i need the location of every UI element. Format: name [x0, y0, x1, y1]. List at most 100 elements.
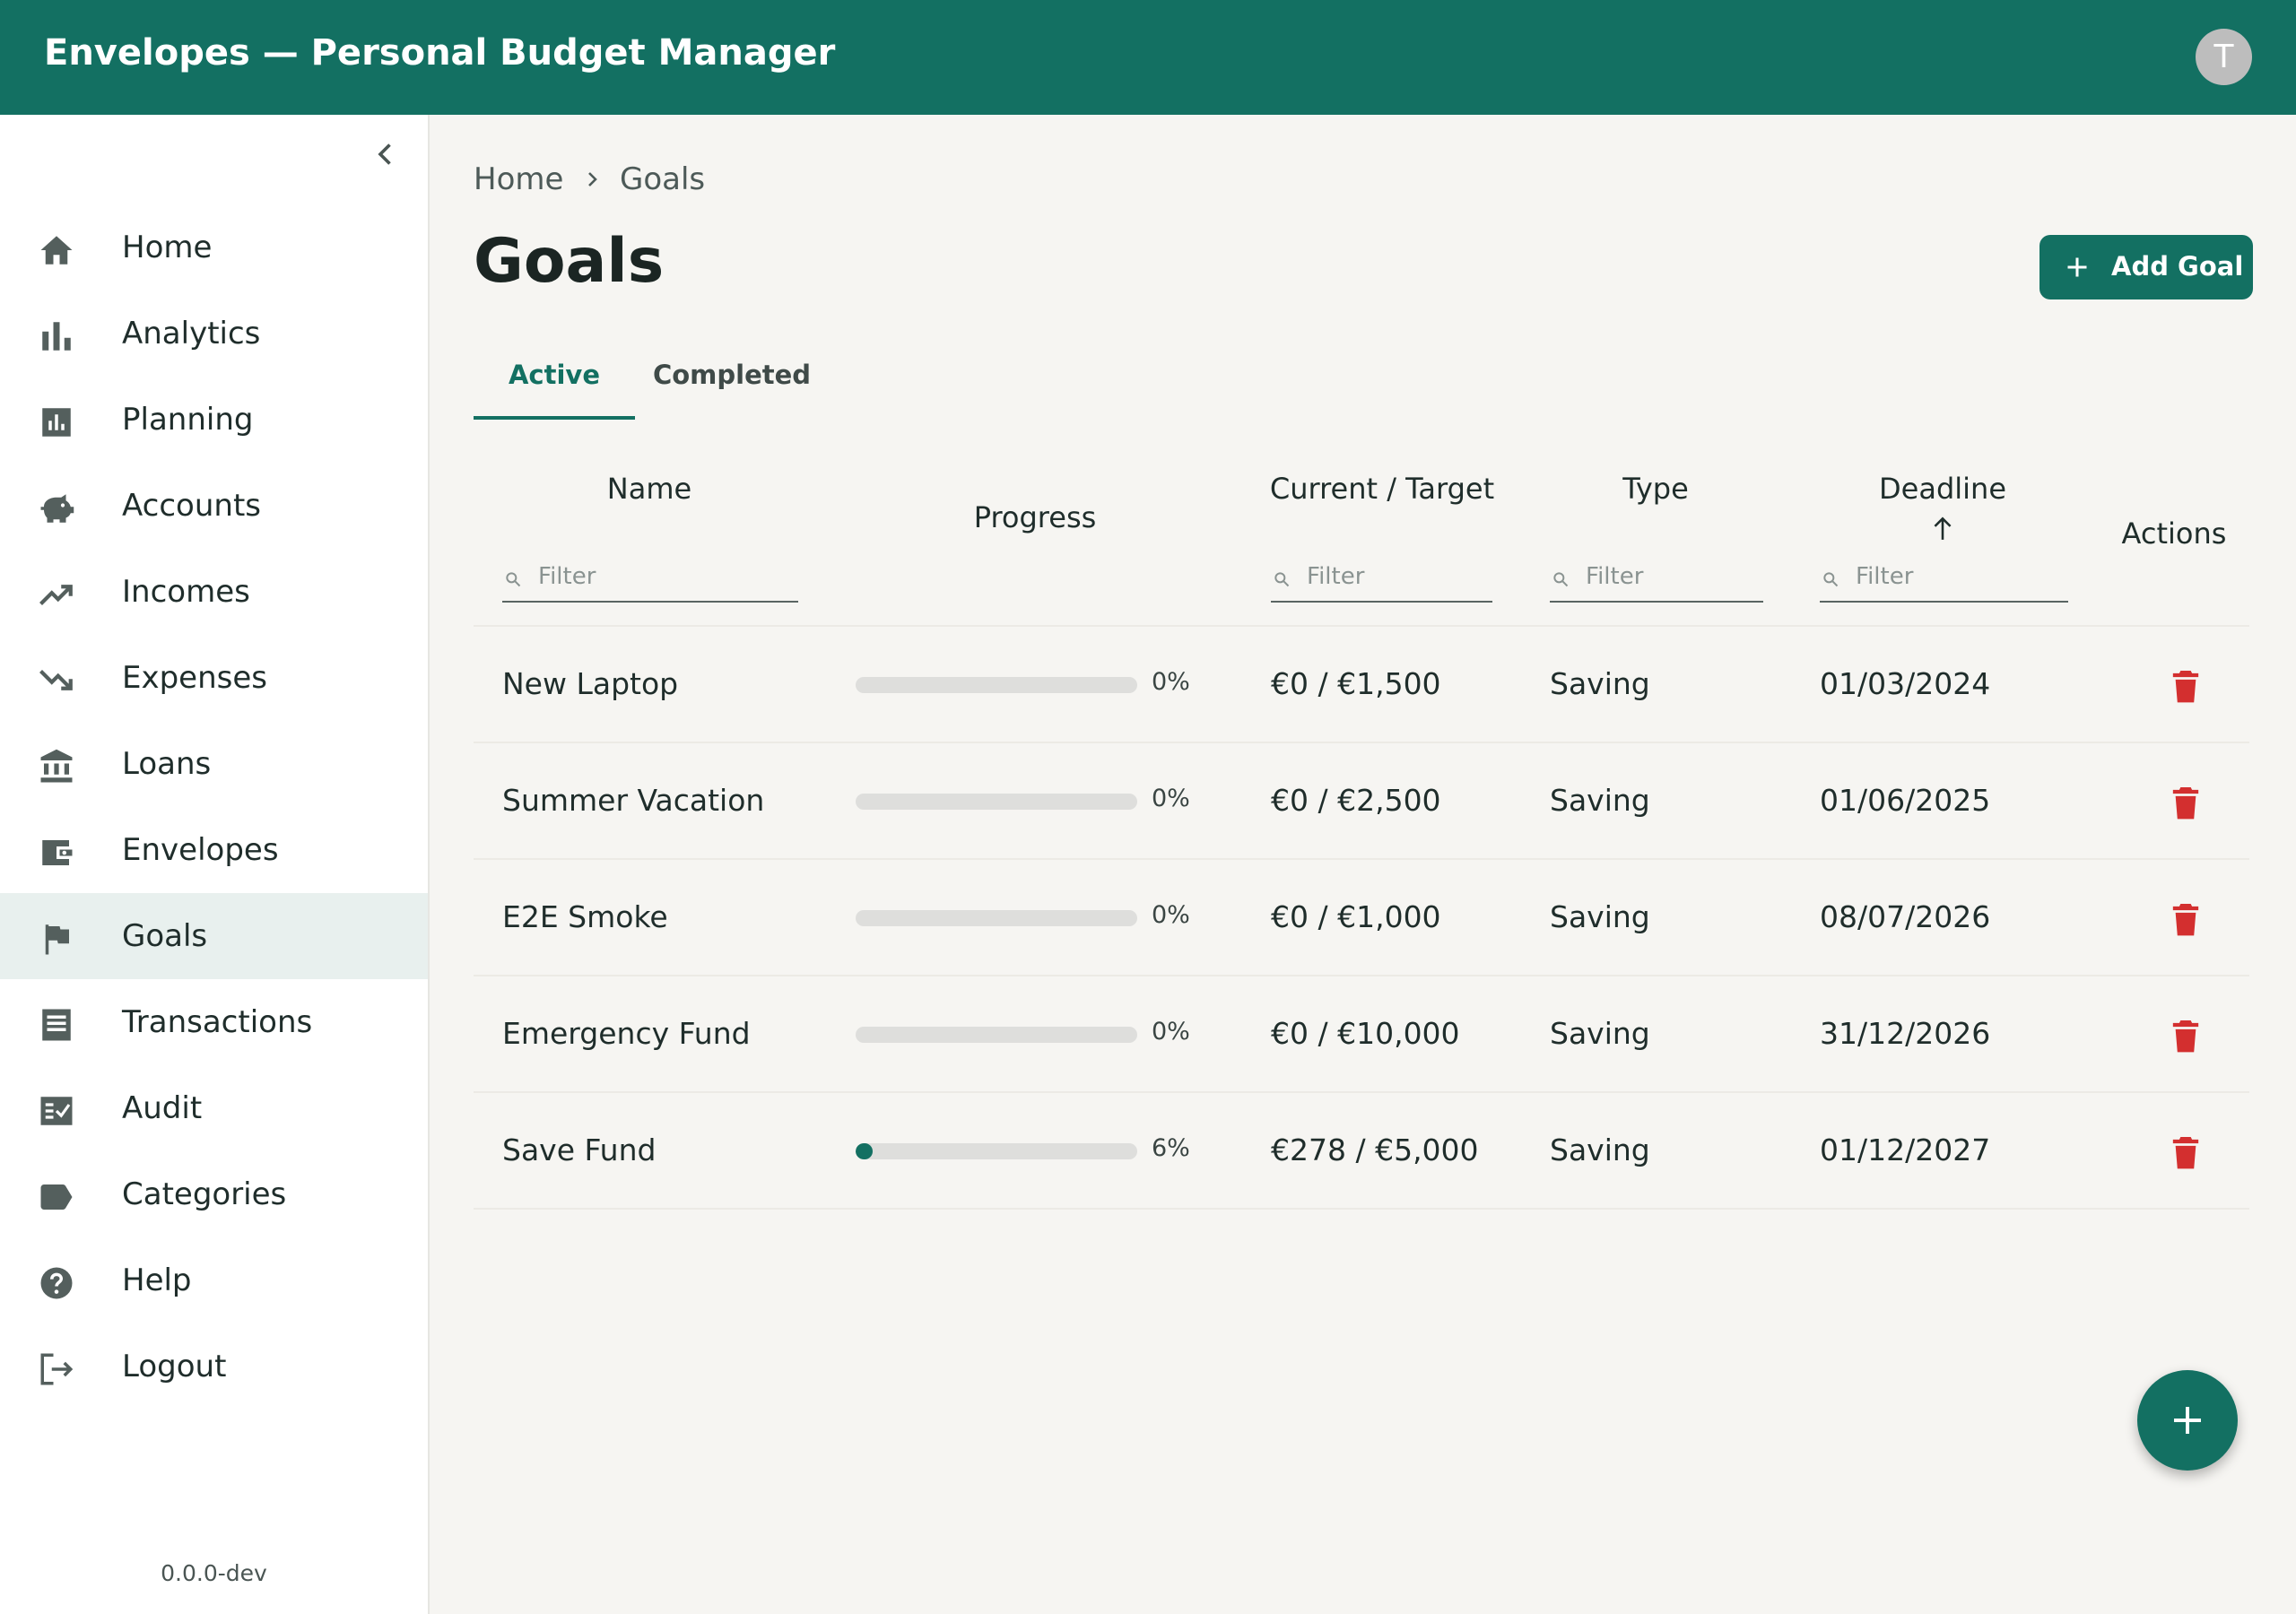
- sidebar-item-label: Goals: [122, 918, 208, 954]
- delete-icon[interactable]: [2170, 1018, 2201, 1054]
- filter-placeholder: Filter: [1307, 563, 1365, 590]
- goal-name: Emergency Fund: [502, 1016, 751, 1051]
- piggy-bank-icon: [40, 494, 74, 523]
- sidebar: Home Analytics Planning Accounts Incomes…: [0, 115, 430, 1614]
- goal-type: Saving: [1550, 899, 1650, 934]
- delete-icon[interactable]: [2170, 901, 2201, 937]
- sidebar-item-logout[interactable]: Logout: [0, 1323, 428, 1410]
- delete-icon[interactable]: [2170, 1134, 2201, 1170]
- current-target-filter-input[interactable]: Filter: [1271, 556, 1492, 603]
- progress-bar: [856, 910, 1137, 926]
- sidebar-item-label: Audit: [122, 1090, 203, 1126]
- progress-fill: [856, 1143, 873, 1159]
- search-icon: [1823, 572, 1839, 587]
- progress-percent: 0%: [1152, 901, 1190, 929]
- sidebar-item-planning[interactable]: Planning: [0, 377, 428, 463]
- table-row[interactable]: E2E Smoke 0% €0 / €1,000 Saving 08/07/20…: [474, 858, 2249, 975]
- sidebar-item-incomes[interactable]: Incomes: [0, 549, 428, 635]
- column-header-deadline[interactable]: Deadline: [1853, 472, 2032, 506]
- tab-active[interactable]: Active: [474, 341, 635, 420]
- sidebar-item-label: Incomes: [122, 574, 250, 610]
- progress-percent: 0%: [1152, 1018, 1190, 1046]
- delete-icon[interactable]: [2170, 785, 2201, 820]
- goal-deadline: 01/03/2024: [1820, 666, 1991, 701]
- column-header-type[interactable]: Type: [1593, 472, 1718, 506]
- chevron-left-icon: [378, 143, 391, 165]
- collapse-sidebar-button[interactable]: [370, 138, 402, 170]
- sidebar-item-label: Analytics: [122, 316, 261, 351]
- home-icon: [40, 236, 73, 265]
- sidebar-item-label: Help: [122, 1263, 192, 1298]
- progress-bar: [856, 1027, 1137, 1043]
- sidebar-item-envelopes[interactable]: Envelopes: [0, 807, 428, 893]
- sort-ascending-icon[interactable]: [1931, 515, 1954, 542]
- current-target: €0 / €1,500: [1271, 666, 1441, 701]
- tab-completed[interactable]: Completed: [635, 341, 829, 420]
- goal-deadline: 01/12/2027: [1820, 1132, 1991, 1167]
- current-target: €0 / €2,500: [1271, 783, 1441, 818]
- add-fab-button[interactable]: [2137, 1370, 2238, 1471]
- goal-deadline: 08/07/2026: [1820, 899, 1991, 934]
- sidebar-item-accounts[interactable]: Accounts: [0, 463, 428, 549]
- filter-placeholder: Filter: [1856, 563, 1914, 590]
- plus-icon: [2174, 1407, 2201, 1434]
- table-row[interactable]: New Laptop 0% €0 / €1,500 Saving 01/03/2…: [474, 625, 2249, 742]
- chevron-right-icon: [588, 172, 597, 187]
- column-header-current-target[interactable]: Current / Target: [1252, 472, 1512, 506]
- goal-deadline: 01/06/2025: [1820, 783, 1991, 818]
- sidebar-item-categories[interactable]: Categories: [0, 1151, 428, 1237]
- sidebar-item-label: Envelopes: [122, 832, 279, 868]
- help-circle-icon: [40, 1267, 73, 1299]
- filter-placeholder: Filter: [538, 563, 596, 590]
- goal-type: Saving: [1550, 1132, 1650, 1167]
- current-target: €0 / €1,000: [1271, 899, 1441, 934]
- sidebar-item-label: Transactions: [122, 1004, 313, 1040]
- goal-type: Saving: [1550, 783, 1650, 818]
- sidebar-item-analytics[interactable]: Analytics: [0, 291, 428, 377]
- user-avatar[interactable]: T: [2196, 29, 2252, 85]
- deadline-filter-input[interactable]: Filter: [1820, 556, 2068, 603]
- receipt-icon: [42, 1009, 71, 1041]
- sidebar-item-loans[interactable]: Loans: [0, 721, 428, 807]
- app-title: Envelopes — Personal Budget Manager: [44, 32, 836, 74]
- progress-bar: [856, 677, 1137, 693]
- app-version: 0.0.0-dev: [161, 1560, 267, 1586]
- bar-chart-icon: [42, 322, 71, 351]
- goal-type: Saving: [1550, 666, 1650, 701]
- column-header-name[interactable]: Name: [560, 472, 739, 506]
- sidebar-item-help[interactable]: Help: [0, 1237, 428, 1323]
- goal-type: Saving: [1550, 1016, 1650, 1051]
- chart-box-icon: [42, 408, 71, 437]
- add-goal-label: Add Goal: [2111, 251, 2244, 282]
- table-row[interactable]: Emergency Fund 0% €0 / €10,000 Saving 31…: [474, 975, 2249, 1091]
- table-row[interactable]: Save Fund 6% €278 / €5,000 Saving 01/12/…: [474, 1091, 2249, 1208]
- sidebar-item-transactions[interactable]: Transactions: [0, 979, 428, 1065]
- column-header-progress[interactable]: Progress: [945, 500, 1125, 534]
- goal-name: Summer Vacation: [502, 783, 765, 818]
- sidebar-item-goals[interactable]: Goals: [0, 893, 428, 979]
- progress-bar: [856, 794, 1137, 810]
- progress-percent: 6%: [1152, 1134, 1190, 1162]
- logout-icon: [40, 1353, 74, 1385]
- goal-name: New Laptop: [502, 666, 679, 701]
- sidebar-item-expenses[interactable]: Expenses: [0, 635, 428, 721]
- add-goal-button[interactable]: Add Goal: [2039, 235, 2253, 299]
- filter-placeholder: Filter: [1586, 563, 1644, 590]
- sidebar-item-label: Accounts: [122, 488, 261, 524]
- goal-name: E2E Smoke: [502, 899, 668, 934]
- sidebar-item-label: Planning: [122, 402, 254, 438]
- type-filter-input[interactable]: Filter: [1550, 556, 1763, 603]
- search-icon: [1274, 572, 1290, 587]
- current-target: €278 / €5,000: [1271, 1132, 1479, 1167]
- sidebar-item-audit[interactable]: Audit: [0, 1065, 428, 1151]
- sidebar-item-home[interactable]: Home: [0, 204, 428, 291]
- flag-icon: [45, 924, 69, 955]
- delete-icon[interactable]: [2170, 668, 2201, 704]
- breadcrumb-home-link[interactable]: Home: [474, 161, 563, 197]
- name-filter-input[interactable]: Filter: [502, 556, 798, 603]
- sidebar-item-label: Loans: [122, 746, 212, 782]
- sidebar-item-label: Home: [122, 230, 213, 265]
- search-icon: [506, 572, 521, 587]
- table-row[interactable]: Summer Vacation 0% €0 / €2,500 Saving 01…: [474, 742, 2249, 858]
- top-app-bar: Envelopes — Personal Budget Manager T: [0, 0, 2296, 115]
